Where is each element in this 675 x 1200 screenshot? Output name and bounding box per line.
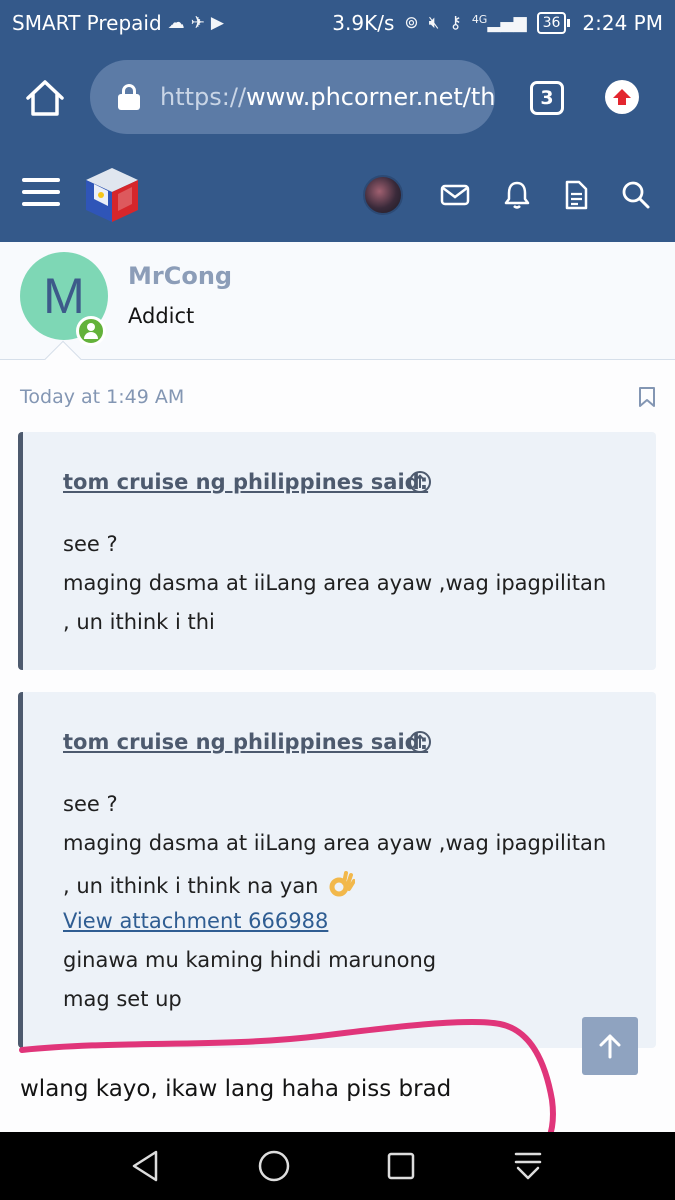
triangle-back-icon — [132, 1150, 158, 1182]
alerts-button[interactable] — [502, 180, 532, 210]
post-body-text: wlang kayo, ikaw lang haha piss brad — [20, 1076, 452, 1102]
pull-down-icon — [514, 1152, 542, 1180]
url-bar[interactable]: https://www.phcorner.net/th — [90, 60, 495, 134]
quote-attribution[interactable]: tom cruise ng philippines said: — [63, 730, 428, 754]
cloud-icon: ☁ — [167, 13, 185, 33]
quote-line: maging dasma at iiLang area ayaw ,wag ip… — [63, 571, 607, 595]
circle-home-icon — [258, 1150, 290, 1182]
notification-pull-button[interactable] — [508, 1146, 548, 1186]
author-title: Addict — [128, 304, 195, 328]
home-nav-button[interactable] — [254, 1146, 294, 1186]
clock: 2:24 PM — [582, 11, 663, 35]
arrow-up-icon — [613, 89, 631, 105]
back-button[interactable] — [126, 1146, 166, 1186]
go-to-quote-icon[interactable] — [409, 471, 431, 493]
quote-line: see ? — [63, 532, 118, 556]
data-saver-icon: ⊚ — [404, 13, 419, 33]
battery-icon: 36 — [536, 12, 571, 34]
youtube-icon: ▶ — [210, 13, 224, 33]
recents-button[interactable] — [381, 1146, 421, 1186]
scroll-to-top-button[interactable] — [582, 1017, 638, 1075]
quote-line: maging dasma at iiLang area ayaw ,wag ip… — [63, 831, 607, 855]
post-timestamp[interactable]: Today at 1:49 AM — [20, 386, 184, 408]
bookmark-button[interactable] — [638, 386, 656, 408]
quote-line: see ? — [63, 792, 118, 816]
site-logo[interactable] — [84, 166, 140, 224]
quote-line: , un ithink i thi — [63, 610, 215, 634]
cube-logo-icon — [86, 168, 138, 222]
status-left: SMART Prepaid ☁ ✈ ▶ — [12, 11, 224, 35]
attachment-link[interactable]: View attachment 666988 — [63, 909, 328, 933]
document-icon — [565, 180, 588, 210]
android-nav-bar — [0, 1132, 675, 1200]
quote-line: mag set up — [63, 987, 182, 1011]
search-button[interactable] — [621, 180, 651, 210]
site-header — [0, 150, 675, 242]
home-icon — [26, 80, 64, 116]
signal-label: 4G — [471, 13, 488, 26]
home-button[interactable] — [24, 78, 66, 118]
author-name[interactable]: MrCong — [128, 262, 232, 290]
inbox-button[interactable] — [440, 180, 470, 210]
status-bar: SMART Prepaid ☁ ✈ ▶ 3.9K/s ⊚ 🔇︎ ⚷ 4G▂▄▆ … — [0, 0, 675, 46]
post-user-block: M MrCong Addict — [0, 242, 675, 360]
lock-icon — [118, 84, 140, 110]
signal-icon: 4G▂▄▆ — [471, 13, 527, 33]
bookmark-icon — [639, 387, 655, 407]
envelope-icon — [440, 184, 470, 206]
network-speed: 3.9K/s — [332, 11, 395, 35]
go-to-quote-icon[interactable] — [409, 731, 431, 753]
ok-hand-emoji-icon — [329, 871, 356, 897]
online-status-icon — [76, 316, 106, 346]
quote-line-with-emoji: , un ithink i think na yan — [63, 870, 356, 898]
menu-button[interactable] — [22, 178, 60, 210]
carrier-name: SMART Prepaid — [12, 11, 162, 35]
quote-block: tom cruise ng philippines said: see ? ma… — [18, 432, 656, 670]
square-recents-icon — [387, 1152, 415, 1180]
key-icon: ⚷ — [449, 13, 462, 33]
quote-block: tom cruise ng philippines said: see ? ma… — [18, 692, 656, 1048]
tab-switcher-button[interactable]: 3 — [530, 81, 564, 115]
quote-line: , un ithink i think na yan — [63, 874, 319, 898]
arrow-up-icon — [599, 1034, 621, 1059]
mute-icon: 🔇︎ — [428, 13, 440, 33]
url-text: https://www.phcorner.net/th — [160, 83, 495, 111]
browser-toolbar: https://www.phcorner.net/th 3 — [0, 46, 675, 150]
quote-attribution[interactable]: tom cruise ng philippines said: — [63, 470, 428, 494]
satellite-icon: ✈ — [190, 13, 205, 33]
update-button[interactable] — [605, 80, 639, 114]
search-icon — [622, 181, 650, 209]
status-right: 3.9K/s ⊚ 🔇︎ ⚷ 4G▂▄▆ 36 2:24 PM — [332, 11, 663, 35]
whats-new-button[interactable] — [561, 180, 591, 210]
quote-line: ginawa mu kaming hindi marunong — [63, 948, 437, 972]
bell-icon — [504, 181, 530, 209]
user-avatar-button[interactable] — [363, 175, 403, 215]
